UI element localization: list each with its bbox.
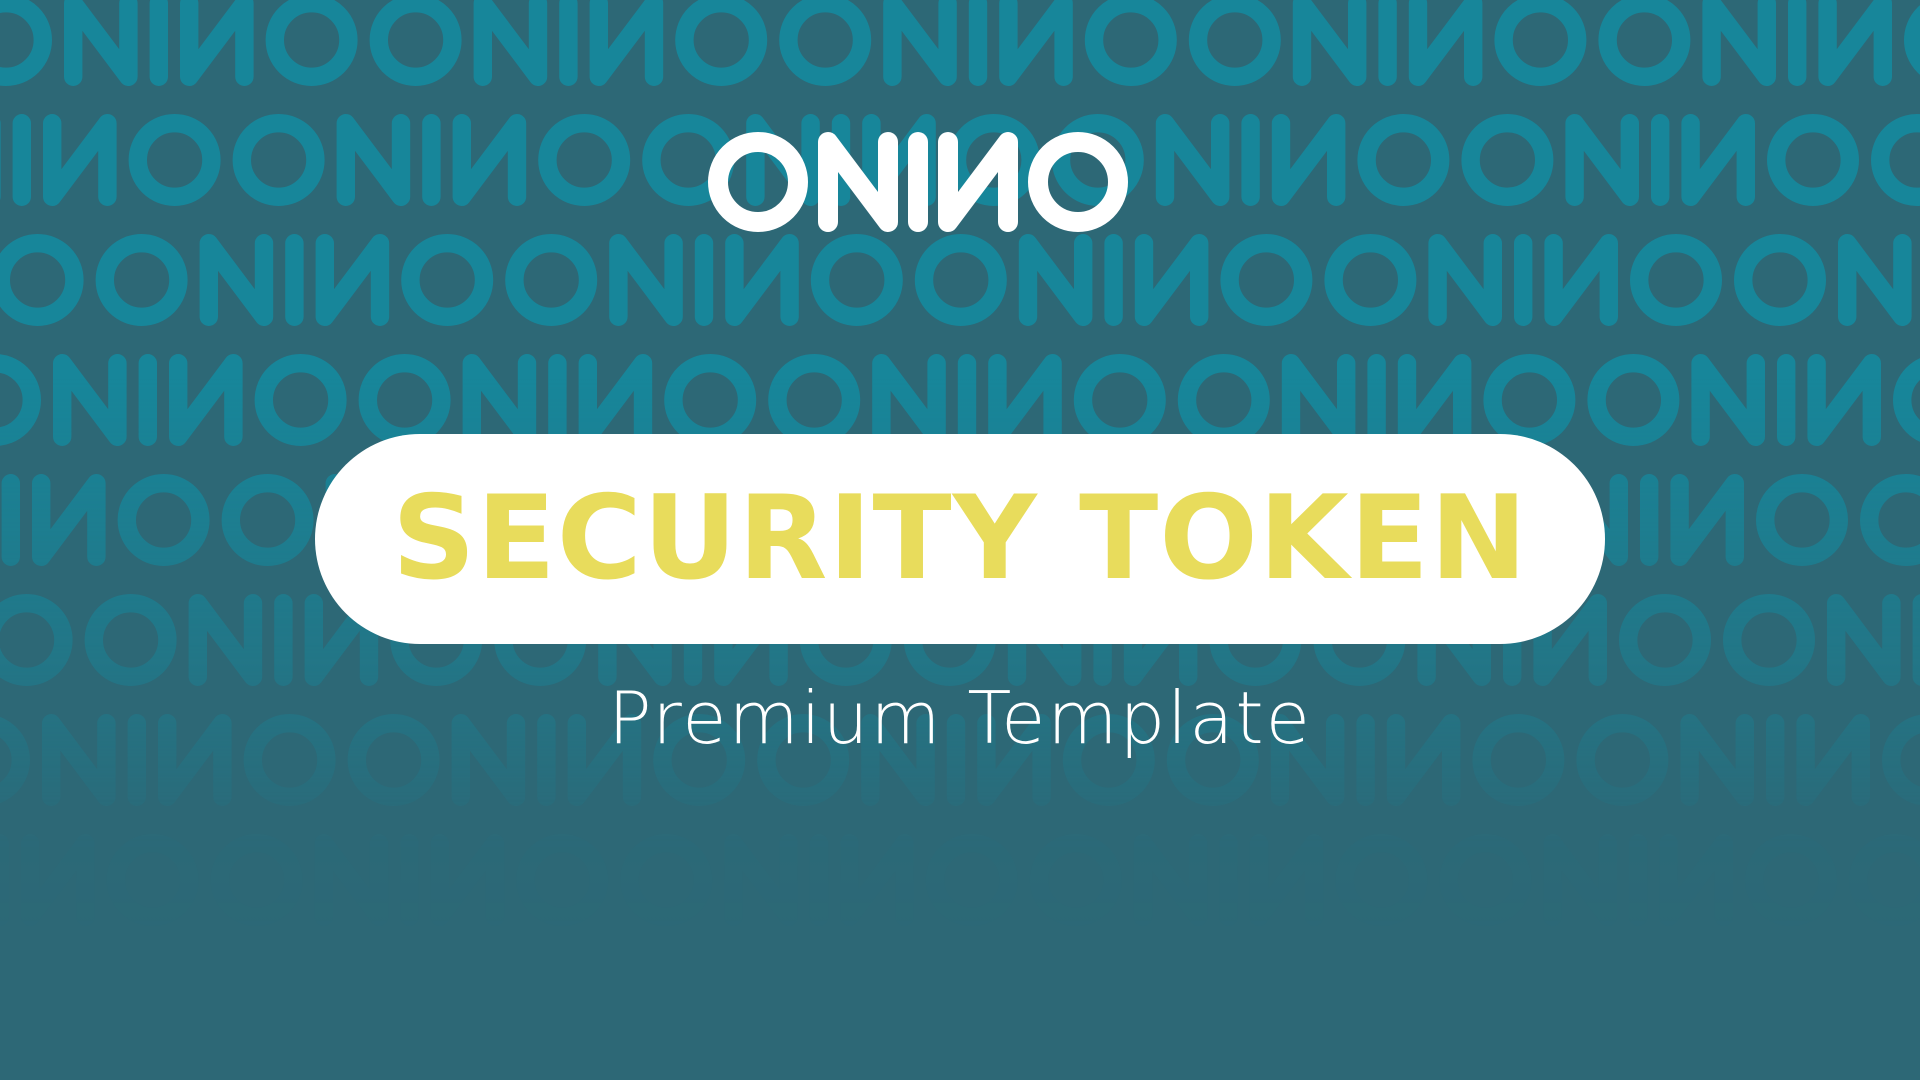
pattern-row: [0, 354, 1920, 447]
title: SECURITY TOKEN: [391, 471, 1529, 606]
pattern-row: [0, 0, 1920, 86]
pattern-row: [0, 233, 1912, 326]
pattern-row: [0, 113, 1920, 206]
pattern-row: [0, 834, 1920, 927]
title-pill: SECURITY TOKEN: [315, 434, 1605, 644]
subtitle: Premium Template: [608, 676, 1312, 760]
